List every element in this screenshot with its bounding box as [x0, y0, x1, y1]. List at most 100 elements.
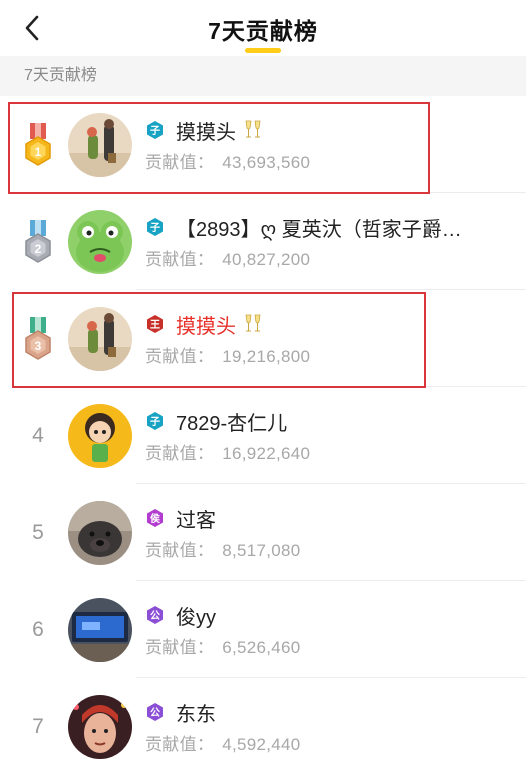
title-underline: [245, 48, 281, 53]
teal-level-badge-icon: 子: [147, 412, 163, 430]
list-item[interactable]: 7 公 东东 贡献值： 4,592,440: [0, 678, 526, 775]
purple-level-badge-icon: 公: [147, 606, 163, 624]
info: 子 摸摸头 贡献值： 43,693,560: [145, 116, 526, 173]
section-label: 7天贡献榜: [0, 56, 526, 96]
champagne-glasses-icon: [245, 120, 261, 138]
user-name: 东东: [176, 703, 216, 726]
teal-level-badge-icon: 子: [147, 218, 163, 236]
rank-cell: 7: [0, 715, 68, 739]
avatar-image: [68, 500, 132, 565]
avatar-image: [68, 112, 132, 177]
list-item[interactable]: 4 子 7829-杏仁儿 贡献值： 16,922,640: [0, 387, 526, 484]
contribution-value: 40,827,200: [222, 250, 311, 269]
avatar[interactable]: [68, 403, 132, 468]
rank-cell: 1: [0, 122, 68, 167]
list-item[interactable]: 3 王 摸摸头 贡献值： 19,216,800: [0, 290, 526, 387]
svg-text:3: 3: [35, 339, 42, 353]
avatar-image: [68, 403, 132, 468]
rank-number: 6: [32, 617, 44, 641]
rank-cell: 4: [0, 424, 68, 448]
user-name: 摸摸头: [176, 121, 236, 144]
svg-text:王: 王: [150, 319, 160, 331]
user-name: 摸摸头: [176, 315, 236, 338]
bronze-medal-icon: 3: [25, 316, 51, 360]
user-name: 【2893】ღ 夏英汏（哲家子爵…: [176, 218, 462, 241]
rank-number: 7: [32, 714, 44, 738]
avatar[interactable]: [68, 500, 132, 565]
contribution-value: 16,922,640: [222, 444, 311, 463]
rank-number: 4: [32, 423, 44, 447]
svg-text:侯: 侯: [150, 512, 161, 525]
contribution-line: 贡献值： 43,693,560: [145, 148, 526, 173]
svg-text:子: 子: [150, 222, 160, 234]
avatar-image: [68, 597, 132, 662]
contribution-line: 贡献值： 4,592,440: [145, 730, 526, 755]
contribution-line: 贡献值： 19,216,800: [145, 342, 526, 367]
contribution-label: 贡献值：: [145, 444, 215, 463]
purple-level-badge-icon: 公: [147, 703, 163, 721]
info: 公 俊yy 贡献值： 6,526,460: [145, 601, 526, 658]
list-item[interactable]: 5 侯 过客 贡献值： 8,517,080: [0, 484, 526, 581]
user-name: 7829-杏仁儿: [176, 412, 288, 435]
top-bar: 7天贡献榜: [0, 0, 526, 56]
info: 公 东东 贡献值： 4,592,440: [145, 698, 526, 755]
avatar[interactable]: [68, 112, 132, 177]
avatar[interactable]: [68, 306, 132, 371]
list-item[interactable]: 1 子 摸摸头 贡献值： 43,693,560: [0, 96, 526, 193]
user-name: 俊yy: [176, 606, 216, 629]
svg-text:子: 子: [150, 416, 160, 428]
svg-text:子: 子: [150, 125, 160, 137]
contribution-label: 贡献值：: [145, 250, 215, 269]
rank-cell: 2: [0, 219, 68, 264]
svg-text:1: 1: [35, 145, 42, 159]
ranking-list: 1 子 摸摸头 贡献值： 43,693,560 2 子 【2893】ღ 夏英汏（…: [0, 96, 526, 775]
info: 子 【2893】ღ 夏英汏（哲家子爵… 贡献值： 40,827,200: [145, 213, 526, 270]
teal-level-badge-icon: 子: [147, 121, 163, 139]
avatar[interactable]: [68, 694, 132, 759]
name-line: 子 摸摸头: [145, 116, 526, 144]
name-line: 子 7829-杏仁儿: [145, 407, 526, 435]
avatar[interactable]: [68, 597, 132, 662]
rank-cell: 5: [0, 521, 68, 545]
list-item[interactable]: 2 子 【2893】ღ 夏英汏（哲家子爵… 贡献值： 40,827,200: [0, 193, 526, 290]
info: 侯 过客 贡献值： 8,517,080: [145, 504, 526, 561]
contribution-line: 贡献值： 8,517,080: [145, 536, 526, 561]
contribution-value: 4,592,440: [222, 735, 301, 754]
champagne-glasses-icon: [245, 314, 261, 332]
rank-number: 5: [32, 520, 44, 544]
contribution-label: 贡献值：: [145, 735, 215, 754]
info: 子 7829-杏仁儿 贡献值： 16,922,640: [145, 407, 526, 464]
contribution-label: 贡献值：: [145, 153, 215, 172]
contribution-label: 贡献值：: [145, 541, 215, 560]
info: 王 摸摸头 贡献值： 19,216,800: [145, 310, 526, 367]
svg-text:公: 公: [150, 610, 160, 622]
avatar-image: [68, 694, 132, 759]
list-item[interactable]: 6 公 俊yy 贡献值： 6,526,460: [0, 581, 526, 678]
page-title: 7天贡献榜: [208, 18, 318, 44]
red-level-badge-icon: 王: [147, 315, 163, 333]
silver-medal-icon: 2: [25, 219, 51, 263]
svg-text:2: 2: [35, 242, 42, 256]
gold-medal-icon: 1: [25, 122, 51, 166]
contribution-line: 贡献值： 16,922,640: [145, 439, 526, 464]
user-name: 过客: [176, 509, 216, 532]
name-line: 王 摸摸头: [145, 310, 526, 338]
contribution-value: 6,526,460: [222, 638, 301, 657]
name-line: 公 俊yy: [145, 601, 526, 629]
contribution-value: 8,517,080: [222, 541, 301, 560]
name-line: 子 【2893】ღ 夏英汏（哲家子爵…: [145, 213, 526, 241]
svg-text:公: 公: [150, 707, 160, 719]
rank-cell: 3: [0, 316, 68, 361]
rank-cell: 6: [0, 618, 68, 642]
name-line: 侯 过客: [145, 504, 526, 532]
magenta-level-badge-icon: 侯: [147, 509, 163, 527]
name-line: 公 东东: [145, 698, 526, 726]
avatar[interactable]: [68, 209, 132, 274]
contribution-label: 贡献值：: [145, 347, 215, 366]
avatar-image: [68, 306, 132, 371]
avatar-image: [68, 209, 132, 274]
contribution-line: 贡献值： 40,827,200: [145, 245, 526, 270]
contribution-label: 贡献值：: [145, 638, 215, 657]
title-wrap: 7天贡献榜: [0, 12, 526, 53]
contribution-value: 19,216,800: [222, 347, 311, 366]
